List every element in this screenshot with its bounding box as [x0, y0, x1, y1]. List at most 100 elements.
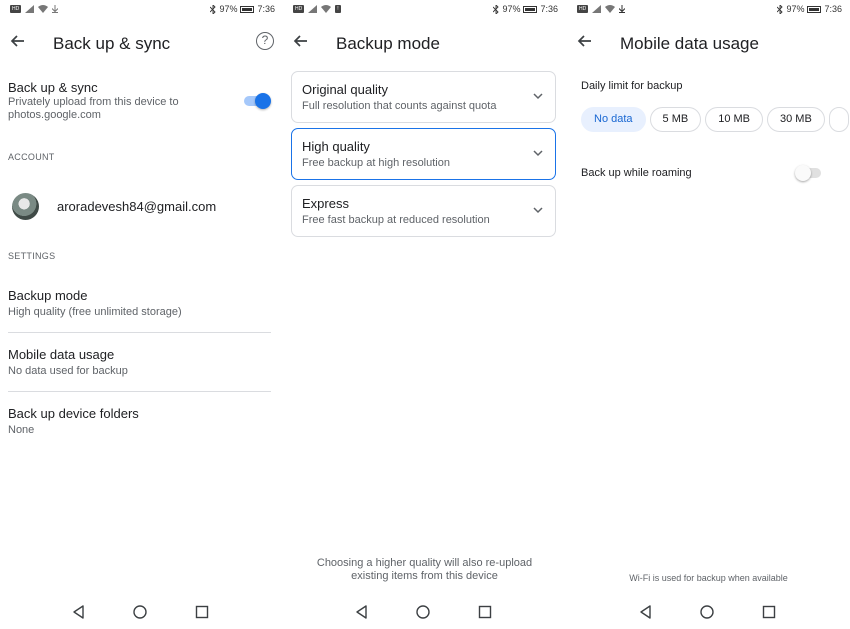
battery-percent: 97% — [502, 4, 521, 14]
wifi-footnote: Wi-Fi is used for backup when available — [629, 573, 788, 583]
back-arrow-icon[interactable] — [8, 31, 28, 51]
toggle-knob — [255, 93, 271, 109]
backup-sync-setting: Back up & sync Privately upload from thi… — [8, 80, 238, 122]
nav-back-icon[interactable] — [70, 603, 88, 621]
roaming-toggle[interactable] — [795, 165, 823, 181]
wifi-icon — [321, 5, 332, 13]
backup-mode-screen: HD ! 97% 7:36 Backup mode Original quali… — [283, 0, 566, 629]
top-app-bar: Back up & sync ? — [0, 28, 283, 58]
notification-icon: HD — [293, 5, 305, 13]
option-original-quality[interactable]: Original quality Full resolution that co… — [291, 71, 556, 123]
nav-recents-icon[interactable] — [760, 603, 778, 621]
bluetooth-icon — [493, 4, 500, 14]
chip-more-partial[interactable] — [828, 107, 849, 132]
roaming-label: Back up while roaming — [581, 167, 692, 179]
system-nav-bar — [567, 600, 850, 626]
nav-back-icon[interactable] — [637, 603, 655, 621]
nav-recents-icon[interactable] — [193, 603, 211, 621]
backup-sync-description-url: photos.google.com — [8, 109, 101, 121]
account-row[interactable]: aroradevesh84@gmail.com — [12, 192, 273, 220]
download-icon — [52, 5, 59, 13]
backup-sync-label: Back up & sync — [8, 80, 98, 95]
chip-30-mb[interactable]: 30 MB — [767, 107, 825, 132]
chip-no-data[interactable]: No data — [581, 107, 646, 132]
battery-percent: 97% — [786, 4, 805, 14]
chip-5-mb[interactable]: 5 MB — [649, 107, 702, 132]
clock: 7:36 — [540, 4, 558, 14]
backup-sync-description: Privately upload from this device to — [8, 96, 179, 108]
battery-icon — [240, 5, 255, 13]
status-bar: HD 97% 7:36 — [567, 0, 850, 20]
battery-icon — [523, 5, 538, 13]
daily-limit-chip-group: No data 5 MB 10 MB 30 MB — [581, 107, 850, 133]
status-bar: HD 97% 7:36 — [0, 0, 283, 20]
page-title: Back up & sync — [53, 34, 171, 53]
setting-value: No data used for backup — [8, 365, 128, 377]
footnote-line: existing items from this device — [351, 570, 498, 582]
divider — [8, 391, 271, 392]
option-description: Free backup at high resolution — [302, 157, 450, 169]
notification-icon: HD — [577, 5, 589, 13]
option-label: High quality — [302, 139, 370, 154]
chevron-down-icon — [533, 207, 543, 214]
back-arrow-icon[interactable] — [291, 31, 311, 51]
setting-value: High quality (free unlimited storage) — [8, 306, 182, 318]
signal-icon — [592, 5, 602, 13]
setting-label: Back up device folders — [8, 406, 139, 421]
option-express[interactable]: Express Free fast backup at reduced reso… — [291, 185, 556, 237]
chevron-down-icon — [533, 150, 543, 157]
nav-home-icon[interactable] — [131, 603, 149, 621]
settings-section-header: SETTINGS — [8, 251, 56, 261]
back-arrow-icon[interactable] — [575, 31, 595, 51]
top-app-bar: Mobile data usage — [567, 28, 850, 58]
account-section-header: ACCOUNT — [8, 152, 55, 162]
bluetooth-icon — [777, 4, 784, 14]
nav-home-icon[interactable] — [698, 603, 716, 621]
top-app-bar: Backup mode — [283, 28, 566, 58]
wifi-icon — [38, 5, 49, 13]
option-label: Express — [302, 196, 349, 211]
chip-10-mb[interactable]: 10 MB — [705, 107, 764, 132]
footnote-line: Choosing a higher quality will also re-u… — [316, 557, 533, 569]
toggle-knob — [795, 165, 811, 181]
option-description: Full resolution that counts against quot… — [302, 100, 497, 112]
quality-footnote: Choosing a higher quality will also re-u… — [283, 557, 566, 583]
setting-mobile-data-usage[interactable]: Mobile data usage No data used for backu… — [8, 347, 271, 397]
setting-back-up-device-folders[interactable]: Back up device folders None — [8, 406, 271, 456]
setting-value: None — [8, 424, 35, 436]
daily-limit-label: Daily limit for backup — [581, 80, 683, 92]
nav-back-icon[interactable] — [353, 603, 371, 621]
bluetooth-icon — [210, 4, 217, 14]
setting-label: Mobile data usage — [8, 347, 115, 362]
option-high-quality[interactable]: High quality Free backup at high resolut… — [291, 128, 556, 180]
back-up-sync-screen: HD 97% 7:36 Back up & sync ? Back up & s… — [0, 0, 283, 629]
status-bar: HD ! 97% 7:36 — [283, 0, 566, 20]
nav-home-icon[interactable] — [414, 603, 432, 621]
wifi-icon — [605, 5, 616, 13]
notification-icon: HD — [10, 5, 22, 13]
battery-percent: 97% — [219, 4, 238, 14]
setting-label: Backup mode — [8, 288, 88, 303]
page-title: Mobile data usage — [620, 34, 759, 53]
signal-icon — [308, 5, 318, 13]
backup-sync-toggle[interactable] — [242, 93, 271, 109]
account-email: aroradevesh84@gmail.com — [57, 198, 217, 214]
clock: 7:36 — [824, 4, 842, 14]
option-label: Original quality — [302, 82, 388, 97]
nav-recents-icon[interactable] — [476, 603, 494, 621]
page-title: Backup mode — [336, 34, 440, 53]
system-nav-bar — [283, 600, 566, 626]
battery-icon — [807, 5, 822, 13]
help-icon[interactable]: ? — [256, 32, 274, 50]
download-icon — [619, 5, 626, 13]
avatar — [12, 192, 39, 220]
divider — [8, 332, 271, 333]
option-description: Free fast backup at reduced resolution — [302, 214, 490, 226]
setting-backup-mode[interactable]: Backup mode High quality (free unlimited… — [8, 288, 271, 338]
chevron-down-icon — [533, 93, 543, 100]
signal-icon — [25, 5, 35, 13]
system-nav-bar — [0, 600, 283, 626]
notification-icon: ! — [335, 5, 341, 13]
mobile-data-usage-screen: HD 97% 7:36 Mobile data usage Daily limi… — [567, 0, 850, 629]
clock: 7:36 — [257, 4, 275, 14]
